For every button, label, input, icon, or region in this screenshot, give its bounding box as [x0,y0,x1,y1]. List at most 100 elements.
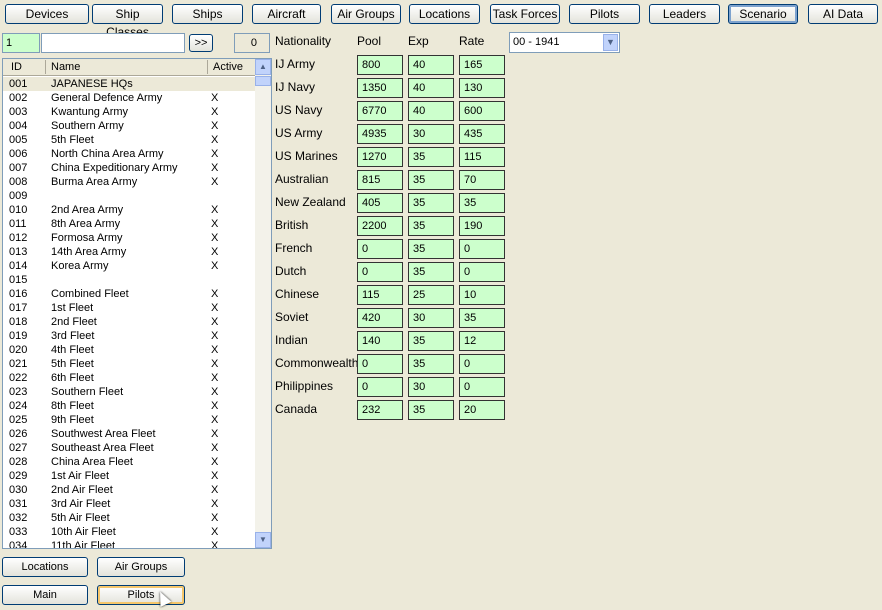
toolbar-air-groups-button[interactable]: Air Groups [331,4,401,24]
pool-input[interactable]: 815 [357,170,403,190]
list-item[interactable]: 018 2nd Fleet X [3,315,255,329]
list-item[interactable]: 033 10th Air Fleet X [3,525,255,539]
rate-input[interactable]: 165 [459,55,505,75]
toolbar-pilots-button[interactable]: Pilots [569,4,640,24]
rate-input[interactable]: 35 [459,193,505,213]
pool-input[interactable]: 1350 [357,78,403,98]
toolbar-leaders-button[interactable]: Leaders [649,4,720,24]
pilots-button[interactable]: Pilots [97,585,185,605]
list-item[interactable]: 004 Southern Army X [3,119,255,133]
exp-input[interactable]: 35 [408,239,454,259]
list-item[interactable]: 023 Southern Fleet X [3,385,255,399]
toolbar-task-forces-button[interactable]: Task Forces [490,4,560,24]
toolbar-devices-button[interactable]: Devices [5,4,89,24]
list-item[interactable]: 025 9th Fleet X [3,413,255,427]
exp-input[interactable]: 35 [408,331,454,351]
list-item[interactable]: 021 5th Fleet X [3,357,255,371]
list-item[interactable]: 002 General Defence Army X [3,91,255,105]
rate-input[interactable]: 0 [459,354,505,374]
list-item[interactable]: 028 China Area Fleet X [3,455,255,469]
list-item[interactable]: 003 Kwantung Army X [3,105,255,119]
list-scrollbar[interactable]: ▲ ▼ [255,59,271,548]
exp-input[interactable]: 35 [408,170,454,190]
list-item[interactable]: 007 China Expeditionary Army X [3,161,255,175]
pool-input[interactable]: 140 [357,331,403,351]
list-item[interactable]: 032 5th Air Fleet X [3,511,255,525]
exp-input[interactable]: 30 [408,124,454,144]
rate-input[interactable]: 0 [459,377,505,397]
rate-input[interactable]: 0 [459,239,505,259]
go-button[interactable]: >> [189,34,213,52]
pool-input[interactable]: 2200 [357,216,403,236]
pool-input[interactable]: 420 [357,308,403,328]
rate-input[interactable]: 70 [459,170,505,190]
rate-input[interactable]: 35 [459,308,505,328]
col-id[interactable]: ID [11,61,22,73]
list-item[interactable]: 031 3rd Air Fleet X [3,497,255,511]
exp-input[interactable]: 35 [408,262,454,282]
list-item[interactable]: 009 [3,189,255,203]
list-item[interactable]: 027 Southeast Area Fleet X [3,441,255,455]
list-item[interactable]: 034 11th Air Fleet X [3,539,255,548]
col-name[interactable]: Name [51,61,80,73]
list-item[interactable]: 022 6th Fleet X [3,371,255,385]
pool-input[interactable]: 800 [357,55,403,75]
list-item[interactable]: 019 3rd Fleet X [3,329,255,343]
toolbar-scenario-button[interactable]: Scenario [728,4,798,24]
exp-input[interactable]: 25 [408,285,454,305]
list-item[interactable]: 024 8th Fleet X [3,399,255,413]
exp-input[interactable]: 40 [408,101,454,121]
list-item[interactable]: 011 8th Area Army X [3,217,255,231]
air-groups-button[interactable]: Air Groups [97,557,185,577]
list-item[interactable]: 030 2nd Air Fleet X [3,483,255,497]
id-input[interactable]: 1 [2,33,40,53]
scroll-down-icon[interactable]: ▼ [255,532,271,548]
list-item[interactable]: 012 Formosa Army X [3,231,255,245]
list-item[interactable]: 006 North China Area Army X [3,147,255,161]
exp-input[interactable]: 30 [408,377,454,397]
scenario-select[interactable]: 00 - 1941 ▼ [509,32,620,53]
chevron-down-icon[interactable]: ▼ [603,34,618,51]
main-button[interactable]: Main [2,585,88,605]
pool-input[interactable]: 115 [357,285,403,305]
exp-input[interactable]: 35 [408,193,454,213]
list-item[interactable]: 016 Combined Fleet X [3,287,255,301]
pool-input[interactable]: 4935 [357,124,403,144]
list-item[interactable]: 013 14th Area Army X [3,245,255,259]
pool-input[interactable]: 0 [357,262,403,282]
pool-input[interactable]: 405 [357,193,403,213]
rate-input[interactable]: 600 [459,101,505,121]
pool-input[interactable]: 0 [357,354,403,374]
rate-input[interactable]: 12 [459,331,505,351]
exp-input[interactable]: 40 [408,55,454,75]
list-item[interactable]: 017 1st Fleet X [3,301,255,315]
rate-input[interactable]: 20 [459,400,505,420]
pool-input[interactable]: 1270 [357,147,403,167]
exp-input[interactable]: 35 [408,400,454,420]
pool-input[interactable]: 6770 [357,101,403,121]
scroll-up-icon[interactable]: ▲ [255,59,271,75]
pool-input[interactable]: 0 [357,377,403,397]
exp-input[interactable]: 40 [408,78,454,98]
rate-input[interactable]: 130 [459,78,505,98]
hq-list[interactable]: ID Name Active 001 JAPANESE HQs 002 General… [2,58,272,549]
rate-input[interactable]: 435 [459,124,505,144]
toolbar-ships-button[interactable]: Ships [172,4,243,24]
list-item[interactable]: 010 2nd Area Army X [3,203,255,217]
rate-input[interactable]: 190 [459,216,505,236]
rate-input[interactable]: 0 [459,262,505,282]
toolbar-ai-data-button[interactable]: AI Data [808,4,878,24]
rate-input[interactable]: 115 [459,147,505,167]
toolbar-aircraft-button[interactable]: Aircraft [252,4,321,24]
scroll-thumb[interactable] [255,76,271,86]
list-item[interactable]: 008 Burma Area Army X [3,175,255,189]
search-input[interactable] [41,33,185,53]
list-item[interactable]: 001 JAPANESE HQs [3,77,255,91]
list-item[interactable]: 029 1st Air Fleet X [3,469,255,483]
list-item[interactable]: 014 Korea Army X [3,259,255,273]
list-item[interactable]: 005 5th Fleet X [3,133,255,147]
exp-input[interactable]: 35 [408,354,454,374]
list-item[interactable]: 015 [3,273,255,287]
pool-input[interactable]: 232 [357,400,403,420]
exp-input[interactable]: 30 [408,308,454,328]
